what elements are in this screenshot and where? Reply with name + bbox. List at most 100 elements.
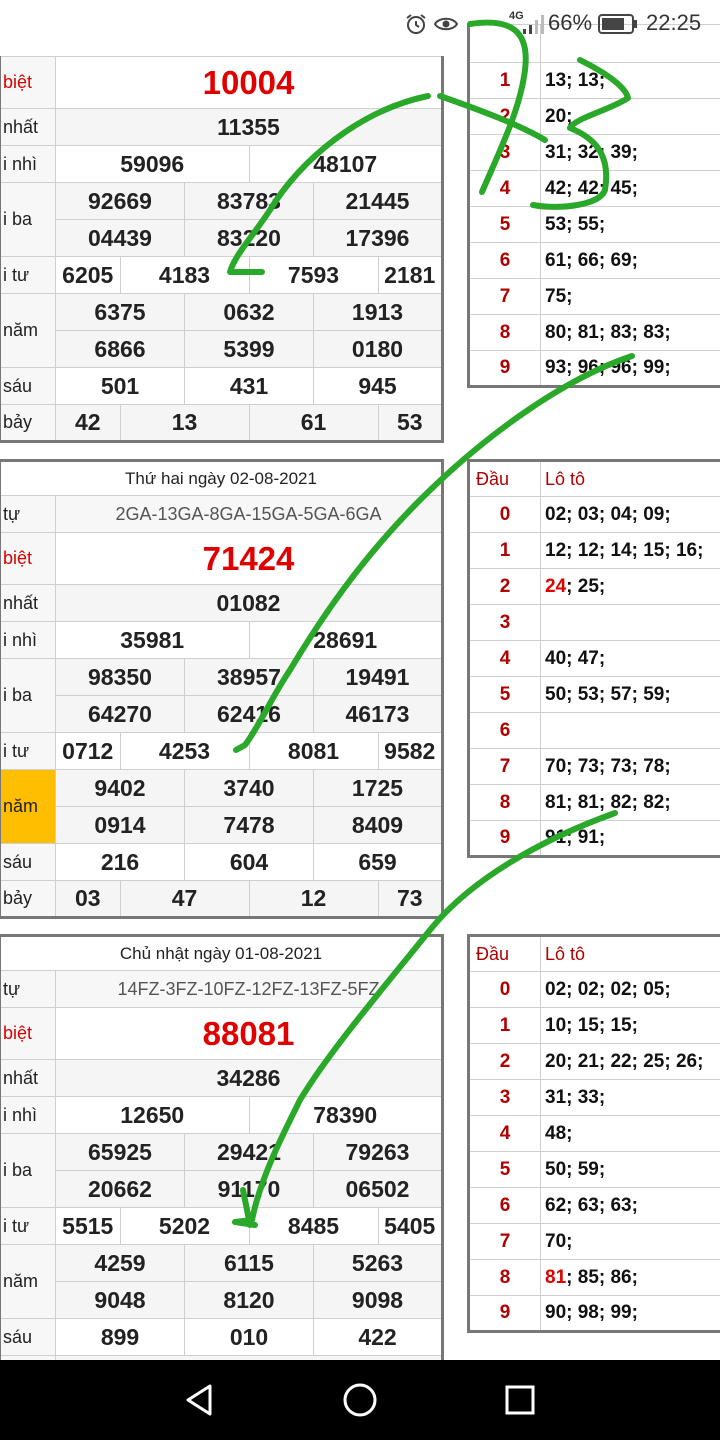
prize-value: 9402 xyxy=(55,769,185,807)
prize-value: 5399 xyxy=(184,330,314,368)
back-button[interactable] xyxy=(180,1380,220,1420)
dau-cell: 7 xyxy=(468,748,541,785)
dau-cell: 0 xyxy=(468,496,541,533)
status-bar: 4G 66% 22:25 xyxy=(0,0,720,48)
prize-value: 42 xyxy=(55,404,121,442)
dau-cell: 3 xyxy=(468,134,541,171)
highlighted-number: 24 xyxy=(545,575,567,597)
prize-value: 46173 xyxy=(313,695,443,733)
prize-value: 6866 xyxy=(55,330,185,368)
dau-cell: 6 xyxy=(468,242,541,279)
prize-value: 5263 xyxy=(313,1244,443,1282)
draw-date: Thứ hai ngày 02-08-2021 xyxy=(0,460,443,496)
home-button[interactable] xyxy=(340,1380,380,1420)
dau-cell: 3 xyxy=(468,604,541,641)
row-label: sáu xyxy=(0,367,56,405)
row-label: i nhì xyxy=(0,1096,56,1134)
loto-table-1: 1 13; 13; 2 20; 3 31; 32; 39; 4 42; 42; 45; … xyxy=(467,24,720,388)
loto-table-2: Đầu Lô tô 0 02; 03; 04; 09; 1 12; 12; 14; 1… xyxy=(467,459,720,858)
loto-cell: 80; 81; 83; 83; xyxy=(540,314,720,351)
dau-cell: 1 xyxy=(468,62,541,99)
prize-value: 899 xyxy=(55,1318,185,1356)
row-label: nhất xyxy=(0,584,56,622)
loto-cell: 70; 73; 73; 78; xyxy=(540,748,720,785)
row-label: tự xyxy=(0,495,56,533)
loto-cell: 53; 55; xyxy=(540,206,720,243)
prize-value: 422 xyxy=(313,1318,443,1356)
prize-value: 64270 xyxy=(55,695,185,733)
dau-cell: 3 xyxy=(468,1079,541,1116)
row-label: i ba xyxy=(0,658,56,733)
row-label: tự xyxy=(0,970,56,1008)
row-label: i tư xyxy=(0,732,56,770)
recents-button[interactable] xyxy=(500,1380,540,1420)
alarm-icon xyxy=(406,14,426,34)
dau-cell: 7 xyxy=(468,278,541,315)
prize-value: 0632 xyxy=(184,293,314,331)
row-label: nhất xyxy=(0,1059,56,1097)
prize-value: 0914 xyxy=(55,806,185,844)
prize-value: 19491 xyxy=(313,658,443,696)
dau-cell: 8 xyxy=(468,1259,541,1296)
dau-cell: 8 xyxy=(468,784,541,821)
row-label: năm xyxy=(0,769,56,844)
prize-value: 12650 xyxy=(55,1096,250,1134)
loto-header: Lô tô xyxy=(540,935,720,972)
prize-value: 3740 xyxy=(184,769,314,807)
loto-cell: 31; 32; 39; xyxy=(540,134,720,171)
prize-value: 9582 xyxy=(377,732,443,770)
prize-value: 79263 xyxy=(313,1133,443,1171)
dau-cell: 6 xyxy=(468,1187,541,1224)
prize-value: 1725 xyxy=(313,769,443,807)
prize-value: 48107 xyxy=(248,145,443,183)
prize-value: 83220 xyxy=(184,219,314,257)
clock: 22:25 xyxy=(646,10,702,35)
dau-cell: 9 xyxy=(468,1295,541,1332)
dau-cell: 6 xyxy=(468,712,541,749)
prize-value: 1913 xyxy=(313,293,443,331)
prize-value: 20662 xyxy=(55,1170,185,1208)
result-table-2: Thứ hai ngày 02-08-2021 tự 2GA-13GA-8GA-… xyxy=(0,459,444,919)
dau-cell: 5 xyxy=(468,676,541,713)
loto-cell: 20; xyxy=(540,98,720,135)
row-label: sáu xyxy=(0,843,56,881)
dau-cell: 1 xyxy=(468,1007,541,1044)
dau-cell: 5 xyxy=(468,206,541,243)
dau-cell: 4 xyxy=(468,170,541,207)
loto-cell: 31; 33; xyxy=(540,1079,720,1116)
prize-value: 5202 xyxy=(119,1207,250,1245)
row-label: sáu xyxy=(0,1318,56,1356)
row-label: i nhì xyxy=(0,145,56,183)
row-label: i ba xyxy=(0,1133,56,1208)
prize-value: 5515 xyxy=(55,1207,121,1245)
loto-header: Lô tô xyxy=(540,460,720,497)
prize-value: 6205 xyxy=(55,256,121,294)
prize-value: 01082 xyxy=(55,584,443,622)
prize-value: 03 xyxy=(55,880,121,918)
prize-value: 83783 xyxy=(184,182,314,220)
dau-cell: 5 xyxy=(468,1151,541,1188)
prize-value: 78390 xyxy=(248,1096,443,1134)
result-table-1: biệt 10004 nhất 11355 i nhì 59096 48107 … xyxy=(0,56,444,443)
dau-cell: 2 xyxy=(468,568,541,605)
prize-value: 21445 xyxy=(313,182,443,220)
row-label: i tư xyxy=(0,256,56,294)
prize-value: 98350 xyxy=(55,658,185,696)
prize-value: 4253 xyxy=(119,732,250,770)
prize-value: 92669 xyxy=(55,182,185,220)
prize-value: 59096 xyxy=(55,145,250,183)
dau-cell: 4 xyxy=(468,640,541,677)
draw-code: 2GA-13GA-8GA-15GA-5GA-6GA xyxy=(55,495,443,533)
prize-value: 6115 xyxy=(184,1244,314,1282)
screen: 4G 66% 22:25 biệt 10004 nhất 11355 i nhì… xyxy=(0,0,720,1440)
loto-cell: 75; xyxy=(540,278,720,315)
prize-value: 4183 xyxy=(119,256,250,294)
signal-icon xyxy=(523,15,544,34)
prize-value: 11355 xyxy=(55,108,443,146)
prize-value: 501 xyxy=(55,367,185,405)
loto-cell: 40; 47; xyxy=(540,640,720,677)
prize-value: 28691 xyxy=(248,621,443,659)
prize-value: 06502 xyxy=(313,1170,443,1208)
loto-cell: 13; 13; xyxy=(540,62,720,99)
result-table-3: Chủ nhật ngày 01-08-2021 tự 14FZ-3FZ-10F… xyxy=(0,934,444,1394)
